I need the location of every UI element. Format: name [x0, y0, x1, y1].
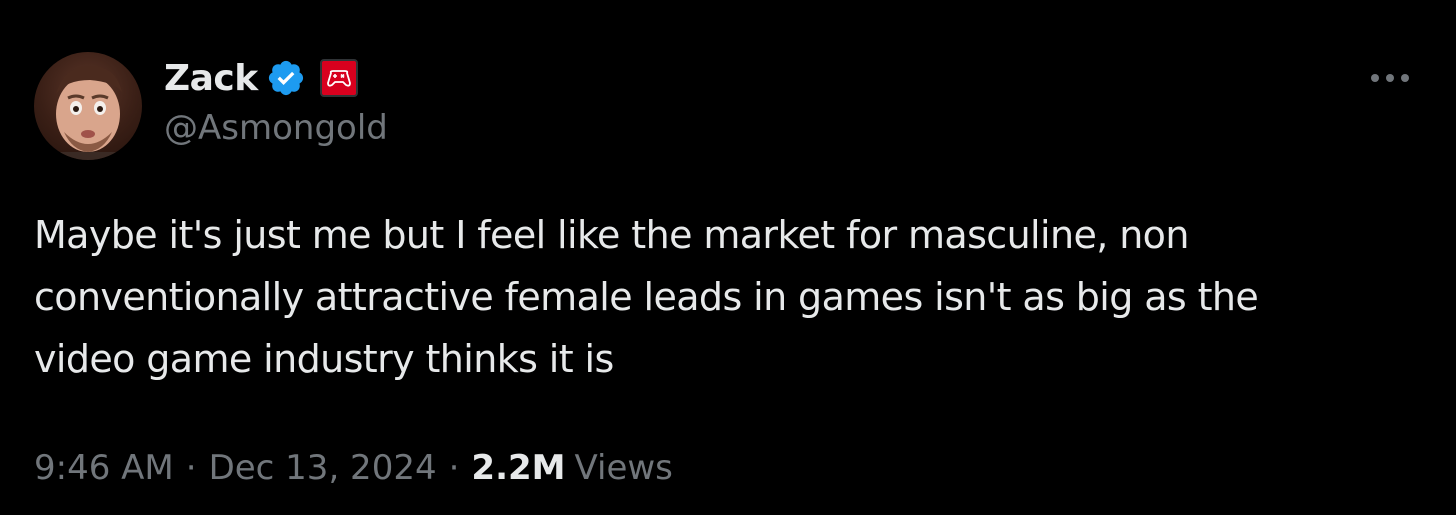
tweet-date[interactable]: Dec 13, 2024 [209, 448, 437, 488]
affiliate-badge-icon[interactable] [319, 59, 358, 97]
views-count[interactable]: 2.2M [471, 448, 565, 488]
tweet-text: Maybe it's just me but I feel like the m… [34, 204, 1434, 390]
author-name-row: Zack [164, 52, 358, 104]
verified-badge-icon [266, 58, 306, 98]
tweet-text-line: conventionally attractive female leads i… [34, 275, 1259, 319]
meta-separator: · [448, 448, 460, 488]
tweet-meta: 9:46 AM · Dec 13, 2024 · 2.2M Views [34, 440, 673, 496]
tweet-card: Zack @Asmongold Maybe it's just me but I… [0, 0, 1456, 515]
author-display-name[interactable]: Zack [164, 58, 258, 99]
views-label: Views [574, 448, 673, 488]
avatar-image [56, 66, 122, 160]
author-handle[interactable]: @Asmongold [164, 108, 388, 148]
more-dots-icon [1371, 74, 1409, 82]
tweet-text-line: video game industry thinks it is [34, 337, 614, 381]
tweet-time[interactable]: 9:46 AM [34, 448, 174, 488]
gamepad-icon [326, 70, 351, 87]
meta-separator: · [185, 448, 197, 488]
more-options-button[interactable] [1364, 60, 1416, 96]
avatar[interactable] [34, 52, 142, 160]
tweet-text-line: Maybe it's just me but I feel like the m… [34, 213, 1189, 257]
